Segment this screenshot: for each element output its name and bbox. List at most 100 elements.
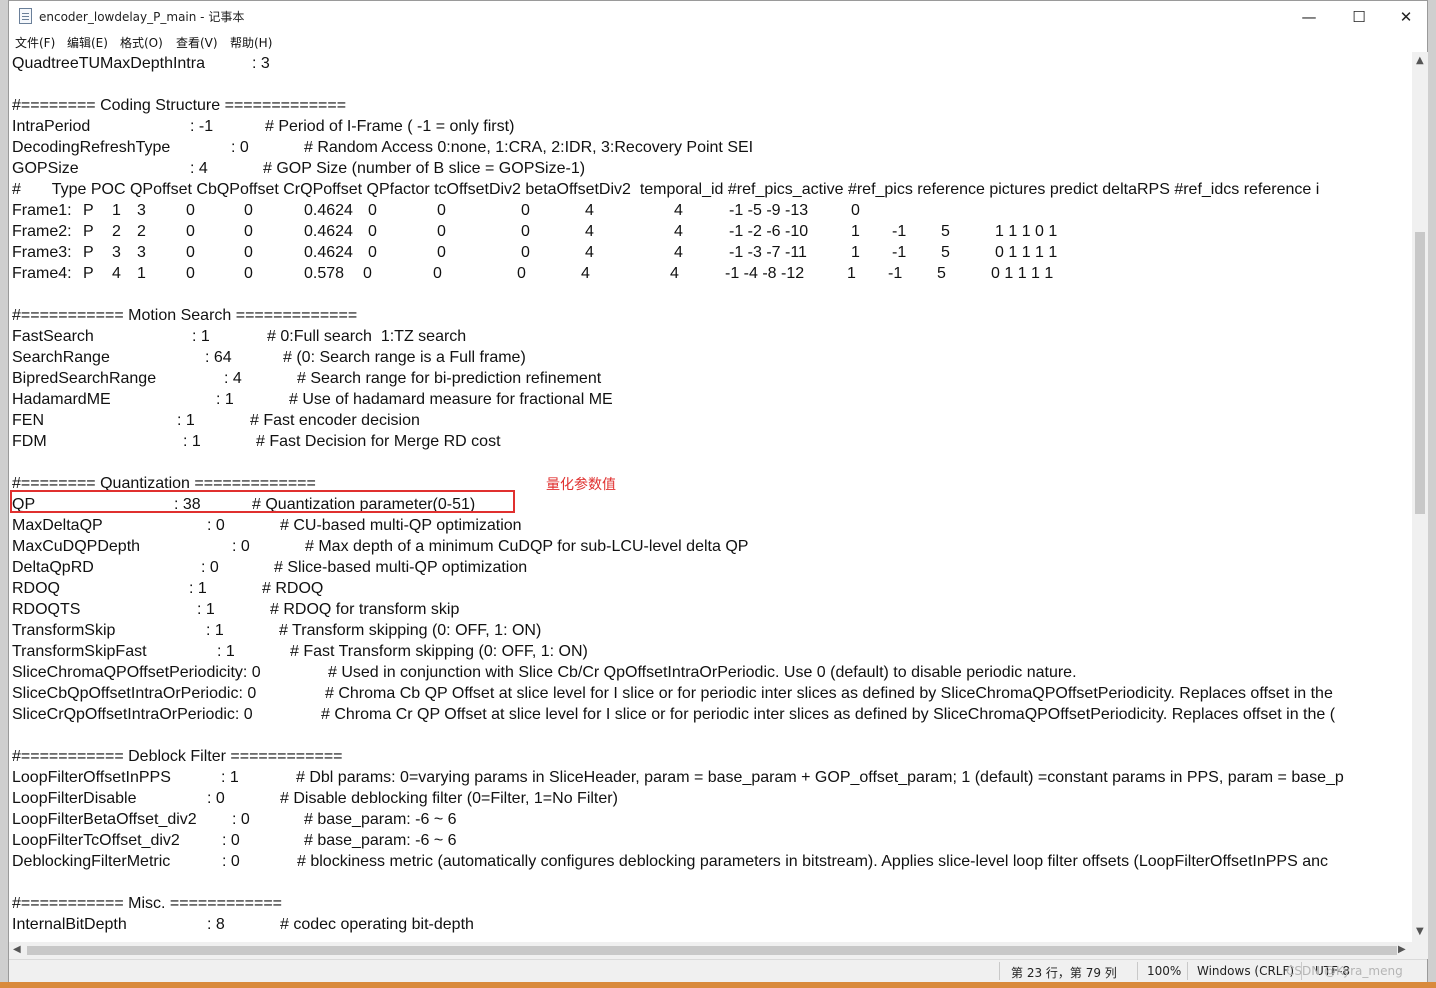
text-segment: P xyxy=(83,202,94,219)
menu-file[interactable]: 文件(F) xyxy=(15,34,55,51)
text-segment: # Chroma Cr QP Offset at slice level for… xyxy=(321,706,1336,723)
scroll-down-icon[interactable]: ▼ xyxy=(1416,926,1424,937)
text-segment: 1 xyxy=(851,223,860,240)
text-segment: DecodingRefreshType xyxy=(12,139,171,156)
text-line: RDOQ: 1 # RDOQ xyxy=(12,578,1412,599)
text-segment: TransformSkipFast xyxy=(12,643,147,660)
text-segment: -1 -5 -9 -13 xyxy=(729,202,809,219)
text-segment: 4 xyxy=(674,223,683,240)
text-segment: : 1 xyxy=(183,433,201,450)
text-segment: # Disable deblocking filter (0=Filter, 1… xyxy=(280,790,618,807)
text-segment: IntraPeriod xyxy=(12,118,91,135)
text-line xyxy=(12,74,1412,95)
text-segment: 0.4624 xyxy=(304,202,353,219)
text-segment: P xyxy=(83,265,94,282)
text-segment: # CU-based multi-QP optimization xyxy=(280,517,522,534)
text-segment: Frame2: xyxy=(12,223,72,240)
menu-help[interactable]: 帮助(H) xyxy=(230,34,272,51)
notepad-icon xyxy=(19,8,32,24)
text-segment: # Type POC QPoffset CbQPoffset CrQPoffse… xyxy=(12,181,1320,198)
text-segment: : 1 xyxy=(216,391,234,408)
desktop-edge xyxy=(0,982,1436,988)
text-line: FEN: 1 # Fast encoder decision xyxy=(12,410,1412,431)
text-segment: 4 xyxy=(585,202,594,219)
text-line: MaxDeltaQP: 0 # CU-based multi-QP optimiz… xyxy=(12,515,1412,536)
menu-view[interactable]: 查看(V) xyxy=(176,34,218,51)
status-divider xyxy=(1187,962,1188,980)
text-segment: : 1 xyxy=(177,412,195,429)
text-segment: 0 xyxy=(521,244,530,261)
text-segment: -1 xyxy=(892,244,907,261)
text-segment: # Dbl params: 0=varying params in SliceH… xyxy=(296,769,1344,786)
text-segment: 0 xyxy=(244,244,253,261)
text-segment: : 0 xyxy=(201,559,219,576)
text-segment: # Use of hadamard measure for fractional… xyxy=(289,391,613,408)
text-segment: FDM xyxy=(12,433,47,450)
text-segment: # Transform skipping (0: OFF, 1: ON) xyxy=(279,622,542,639)
title-bar[interactable]: encoder_lowdelay_P_main - 记事本 — ☐ ✕ xyxy=(9,1,1427,32)
text-segment: 0 xyxy=(368,244,377,261)
text-line: MaxCuDQPDepth: 0 # Max depth of a minimum… xyxy=(12,536,1412,557)
text-segment: # base_param: -6 ~ 6 xyxy=(304,832,457,849)
scroll-left-icon[interactable]: ◀ xyxy=(13,944,21,955)
text-segment: 4 xyxy=(112,265,121,282)
text-line: GOPSize: 4 # GOP Size (number of B slice … xyxy=(12,158,1412,179)
text-line: TransformSkipFast: 1 # Fast Transform ski… xyxy=(12,641,1412,662)
text-segment: 4 xyxy=(585,244,594,261)
text-segment: DeltaQpRD xyxy=(12,559,94,576)
text-segment: 0 1 1 1 1 xyxy=(991,265,1054,282)
text-line: LoopFilterDisable: 0 # Disable deblocking… xyxy=(12,788,1412,809)
text-line: IntraPeriod: -1 # Period of I-Frame ( -1 … xyxy=(12,116,1412,137)
text-segment: SliceCrQpOffsetIntraOrPeriodic: 0 xyxy=(12,706,253,723)
text-segment: # RDOQ for transform skip xyxy=(270,601,460,618)
close-button[interactable]: ✕ xyxy=(1383,1,1429,32)
text-segment: : 1 xyxy=(221,769,239,786)
menu-bar: 文件(F) 编辑(E) 格式(O) 查看(V) 帮助(H) xyxy=(9,32,1427,52)
status-bar: 第 23 行，第 79 列 100% Windows (CRLF) UTF-8 xyxy=(9,959,1427,982)
text-segment: #======== Coding Structure ============= xyxy=(12,97,347,114)
text-segment: : 0 xyxy=(207,790,225,807)
scroll-up-icon[interactable]: ▲ xyxy=(1416,55,1424,66)
text-segment: 0 xyxy=(368,202,377,219)
text-segment: 4 xyxy=(674,244,683,261)
text-segment: : 4 xyxy=(190,160,208,177)
text-segment: # Fast Decision for Merge RD cost xyxy=(256,433,501,450)
menu-format[interactable]: 格式(O) xyxy=(120,34,163,51)
text-segment: # blockiness metric (automatically confi… xyxy=(297,853,1328,870)
text-segment: # Period of I-Frame ( -1 = only first) xyxy=(265,118,515,135)
text-segment: 0 xyxy=(244,265,253,282)
text-segment: #=========== Misc. ============ xyxy=(12,895,283,912)
minimize-button[interactable]: — xyxy=(1286,1,1332,32)
vertical-scroll-thumb[interactable] xyxy=(1415,232,1425,514)
text-segment: 3 xyxy=(137,244,146,261)
menu-edit[interactable]: 编辑(E) xyxy=(67,34,108,51)
text-segment: 1 1 1 0 1 xyxy=(995,223,1058,240)
text-segment: 0 xyxy=(186,244,195,261)
horizontal-scrollbar[interactable]: ◀ ▶ xyxy=(9,942,1412,959)
text-segment: RDOQ xyxy=(12,580,60,597)
status-divider xyxy=(999,962,1000,980)
qp-highlight-box xyxy=(10,490,515,513)
text-editor[interactable]: QuadtreeTUMaxDepthIntra: 3 #======== Codi… xyxy=(9,52,1412,942)
text-segment: 0 xyxy=(186,202,195,219)
text-segment: Frame1: xyxy=(12,202,72,219)
text-segment: SliceChromaQPOffsetPeriodicity: 0 xyxy=(12,664,261,681)
text-line: DecodingRefreshType: 0 # Random Access 0:… xyxy=(12,137,1412,158)
text-segment: 4 xyxy=(670,265,679,282)
status-divider xyxy=(1137,962,1138,980)
text-segment: MaxDeltaQP xyxy=(12,517,103,534)
scroll-corner xyxy=(1412,942,1428,959)
maximize-button[interactable]: ☐ xyxy=(1336,1,1382,32)
text-line: Frame4: P 4 1 0 0 0.578 0 0 0 4 4 -1 -4 -8 -12 1 -1 5 0 … xyxy=(12,263,1412,284)
text-segment: # base_param: -6 ~ 6 xyxy=(304,811,457,828)
text-segment: FastSearch xyxy=(12,328,94,345)
text-segment: 0 xyxy=(244,223,253,240)
text-segment: RDOQTS xyxy=(12,601,81,618)
text-line: #=========== Deblock Filter ============ xyxy=(12,746,1412,767)
scroll-right-icon[interactable]: ▶ xyxy=(1398,944,1406,955)
text-line: HadamardME: 1 # Use of hadamard measure f… xyxy=(12,389,1412,410)
horizontal-scroll-thumb[interactable] xyxy=(27,946,1397,955)
cursor-position: 第 23 行，第 79 列 xyxy=(1011,966,1117,980)
text-segment: BipredSearchRange xyxy=(12,370,157,387)
vertical-scrollbar[interactable]: ▲ ▼ xyxy=(1412,52,1428,942)
